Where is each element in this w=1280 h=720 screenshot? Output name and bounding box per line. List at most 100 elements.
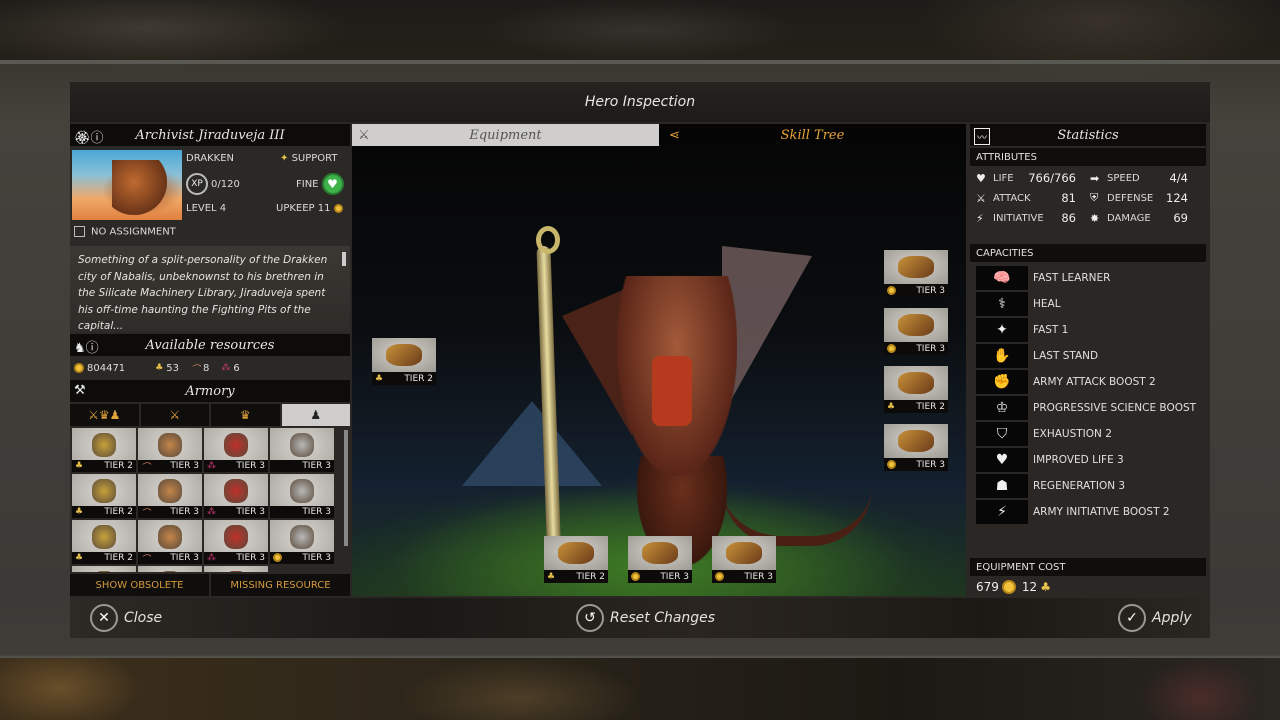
dust-icon [715,571,724,581]
slot-tier: TIER 2 [576,571,605,582]
item-image [158,525,182,549]
armory-item-grid: ♣ TIER 2 ⌒ TIER 3 ⁂ TIER 3 TIER 3 ♣ TIER 2 ⌒ TIER … [70,426,350,572]
missing-resource-button[interactable]: MISSING RESOURCE [211,574,350,596]
slot-accessory-2[interactable]: TIER 3 [712,536,776,584]
capacity-item[interactable]: ⛉ EXHAUSTION 2 [976,422,1210,446]
attribute-initiative: ⚡ INITIATIVE 86 [976,210,1090,226]
attribute-value: 81 [1061,191,1076,205]
medal-info-icon[interactable]: 🏵ⓘ [74,127,104,146]
assignment[interactable]: NO ASSIGNMENT [74,226,176,238]
capacity-item[interactable]: ♥ IMPROVED LIFE 3 [976,448,1210,472]
item-tier: TIER 2 [104,507,133,517]
armory-title: Armory [185,383,235,399]
capacity-icon: ✋ [976,344,1028,368]
armory-item[interactable]: ⁂ TIER 3 [204,428,268,472]
close-button[interactable]: ✕ Close [90,604,162,632]
armory-item[interactable]: ♣ TIER 2 [72,428,136,472]
hero-3d-model[interactable] [522,226,872,567]
assignment-checkbox[interactable] [74,226,85,237]
strategic-value: 6 [233,362,240,374]
slot-item-image [544,536,608,570]
armory-item[interactable] [204,566,268,572]
attribute-name: INITIATIVE [993,212,1044,224]
hero-upkeep: UPKEEP 11 [276,203,343,214]
armory-tab-armor[interactable]: ♛ [211,404,280,426]
slot-tier-bar: ♣ TIER 2 [544,570,608,583]
armory-filter-tabs: ⚔♛♟ ⚔ ♛ ♟ [70,404,350,426]
armory-item[interactable]: TIER 3 [270,474,334,518]
slot-chest[interactable]: TIER 3 [884,308,948,356]
armory-item[interactable]: ⁂ TIER 3 [204,474,268,518]
life-icon: ♥ [976,171,986,185]
attribute-damage: ✸ DAMAGE 69 [1090,210,1204,226]
capacity-icon: ♔ [976,396,1028,420]
capacity-item[interactable]: ✦ FAST 1 [976,318,1210,342]
capacity-item[interactable]: ⚕ HEAL [976,292,1210,316]
capacity-item[interactable]: 🧠 FAST LEARNER [976,266,1210,290]
dust-icon [74,363,84,373]
item-tier: TIER 2 [104,553,133,563]
apply-button[interactable]: ✓ Apply [1118,604,1192,632]
top-divider [0,60,1280,64]
show-obsolete-button[interactable]: SHOW OBSOLETE [70,574,209,596]
armory-item[interactable]: ♣ TIER 2 [72,474,136,518]
attribute-name: ATTACK [993,192,1031,204]
slot-boots[interactable]: ♣ TIER 2 [544,536,608,584]
attribute-defense: ⛨ DEFENSE 124 [1090,190,1204,206]
xp-value: 0/120 [211,179,240,190]
slot-accessory-1[interactable]: TIER 3 [628,536,692,584]
armory-item[interactable]: ⌒ TIER 3 [138,520,202,564]
bio-scrollbar[interactable] [342,252,346,266]
armory-item[interactable]: ⌒ TIER 3 [138,428,202,472]
armory-item[interactable]: ⁂ TIER 3 [204,520,268,564]
armory-item[interactable]: ♣ TIER 2 [72,520,136,564]
attack-icon: ⚔ [976,191,986,205]
dust-icon [887,459,896,469]
item-tier-bar: ⁂ TIER 3 [204,460,268,472]
window-title: Hero Inspection [70,82,1210,122]
armory-item[interactable]: ⌒ TIER 3 [138,474,202,518]
slot-helmet[interactable]: TIER 3 [884,250,948,298]
slot-gloves[interactable]: TIER 3 [884,424,948,472]
knight-info-icon[interactable]: ♞ⓘ [74,337,99,356]
resource-dust: 804471 [74,363,125,374]
reset-changes-button[interactable]: ↺ Reset Changes [576,604,715,632]
armory-tab-all[interactable]: ⚔♛♟ [70,404,139,426]
capacity-item[interactable]: ☗ REGENERATION 3 [976,474,1210,498]
slot-tier-bar: TIER 3 [628,570,692,583]
cost-food-value: 12 [1021,580,1038,594]
slot-tier: TIER 2 [404,373,433,384]
item-tier: TIER 3 [302,553,331,563]
armory-tab-weapons[interactable]: ⚔ [140,404,209,426]
food-icon: ♣ [75,461,84,471]
dust-icon [273,553,282,562]
slot-weapon-offhand[interactable]: ♣ TIER 2 [372,338,436,386]
tab-skill-tree[interactable]: ⋖ Skill Tree [659,124,966,146]
armory-scrollbar[interactable] [344,430,348,546]
upkeep-label: UPKEEP 11 [276,203,331,214]
armory-item[interactable] [138,566,202,572]
armory-item[interactable] [72,566,136,572]
armory-tab-accessories[interactable]: ♟ [281,404,350,426]
item-tier: TIER 3 [302,461,331,471]
item-image [290,433,314,457]
tab-equipment[interactable]: ⚔ Equipment [352,124,659,146]
cost-dust-value: 679 [976,580,999,594]
slot-weapon-main[interactable]: ♣ TIER 2 [884,366,948,414]
armory-item[interactable]: TIER 3 [270,520,334,564]
slot-item-image [884,250,948,284]
item-tier: TIER 2 [104,461,133,471]
capacity-item[interactable]: ✊ ARMY ATTACK BOOST 2 [976,370,1210,394]
capacity-item[interactable]: ♔ PROGRESSIVE SCIENCE BOOST [976,396,1210,420]
hero-armor [652,356,692,426]
capacities-list: 🧠 FAST LEARNER ⚕ HEAL ✦ FAST 1 ✋ LAST STAND ✊ ARM… [970,262,1210,524]
attribute-name: DAMAGE [1107,212,1151,224]
slot-tier-bar: TIER 3 [712,570,776,583]
support-icon: ✦ [280,153,292,164]
tab-equipment-label: Equipment [469,127,542,143]
hero-role-label: SUPPORT [291,153,338,164]
capacity-item[interactable]: ✋ LAST STAND [976,344,1210,368]
armory-item[interactable]: TIER 3 [270,428,334,472]
item-image [224,479,248,503]
capacity-item[interactable]: ⚡ ARMY INITIATIVE BOOST 2 [976,500,1210,524]
